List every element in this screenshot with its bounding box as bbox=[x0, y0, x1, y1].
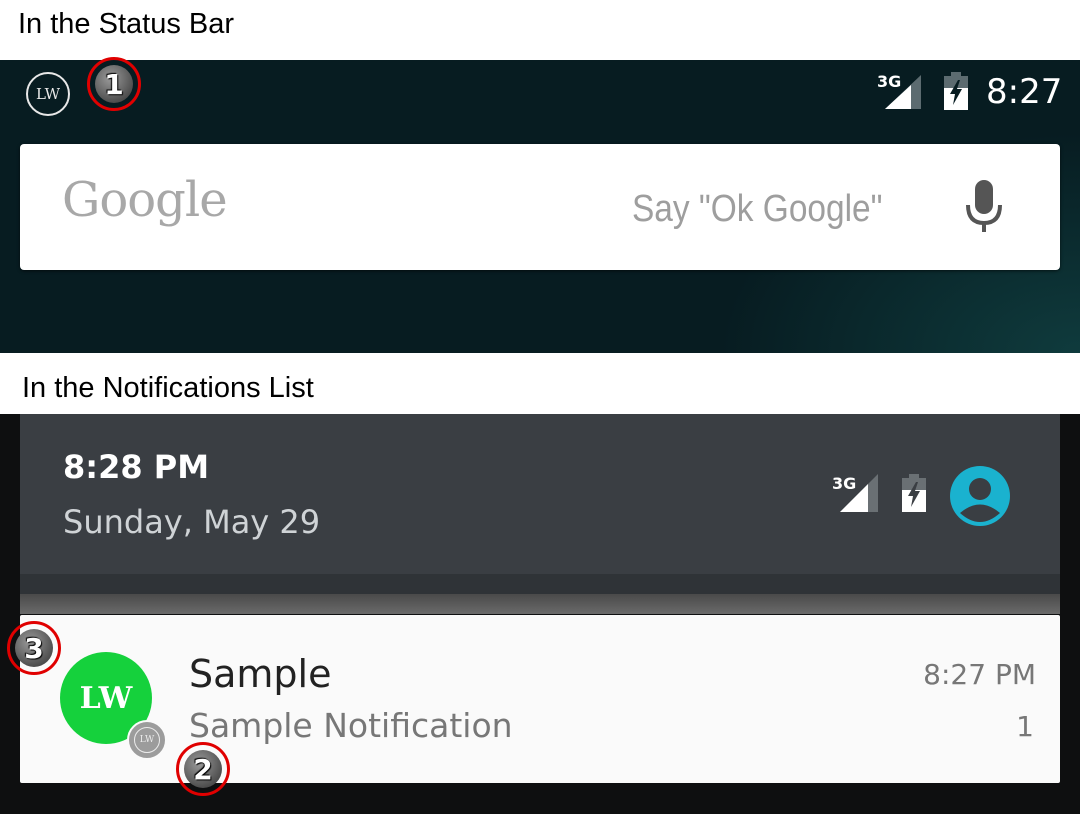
status-bar-clock: 8:27 bbox=[986, 72, 1063, 112]
microphone-icon[interactable] bbox=[964, 180, 1004, 236]
user-account-icon[interactable] bbox=[950, 466, 1010, 526]
marker-number: 3 bbox=[15, 629, 53, 667]
shade-gap bbox=[20, 594, 1060, 614]
google-logo: Google bbox=[62, 172, 228, 228]
notification-item[interactable] bbox=[20, 615, 1060, 783]
shade-date[interactable]: Sunday, May 29 bbox=[63, 503, 320, 541]
callout-marker-3: 3 bbox=[7, 621, 61, 675]
notification-text: Sample Notification bbox=[189, 706, 513, 745]
notification-small-icon: LW bbox=[127, 720, 167, 760]
notification-time: 8:27 PM bbox=[923, 658, 1036, 691]
battery-charging-icon bbox=[944, 72, 968, 110]
notification-title: Sample bbox=[189, 652, 332, 696]
cell-signal-icon bbox=[840, 474, 878, 512]
caption-notifications-list: In the Notifications List bbox=[22, 372, 314, 404]
caption-status-bar: In the Status Bar bbox=[18, 8, 235, 40]
lw-badge-icon[interactable]: LW bbox=[26, 72, 70, 116]
shade-divider bbox=[20, 574, 1060, 594]
callout-marker-2: 2 bbox=[176, 742, 230, 796]
marker-number: 2 bbox=[184, 750, 222, 788]
marker-number: 1 bbox=[95, 65, 133, 103]
callout-marker-1: 1 bbox=[87, 57, 141, 111]
voice-search-hint: Say "Ok Google" bbox=[632, 188, 883, 230]
google-search-bar[interactable]: Google Say "Ok Google" bbox=[20, 144, 1060, 270]
notification-number: 1 bbox=[1016, 710, 1034, 743]
lw-badge-icon: LW bbox=[134, 727, 160, 753]
shade-clock: 8:28 PM bbox=[63, 448, 210, 486]
cell-signal-icon bbox=[885, 75, 921, 109]
battery-charging-icon bbox=[902, 474, 926, 512]
